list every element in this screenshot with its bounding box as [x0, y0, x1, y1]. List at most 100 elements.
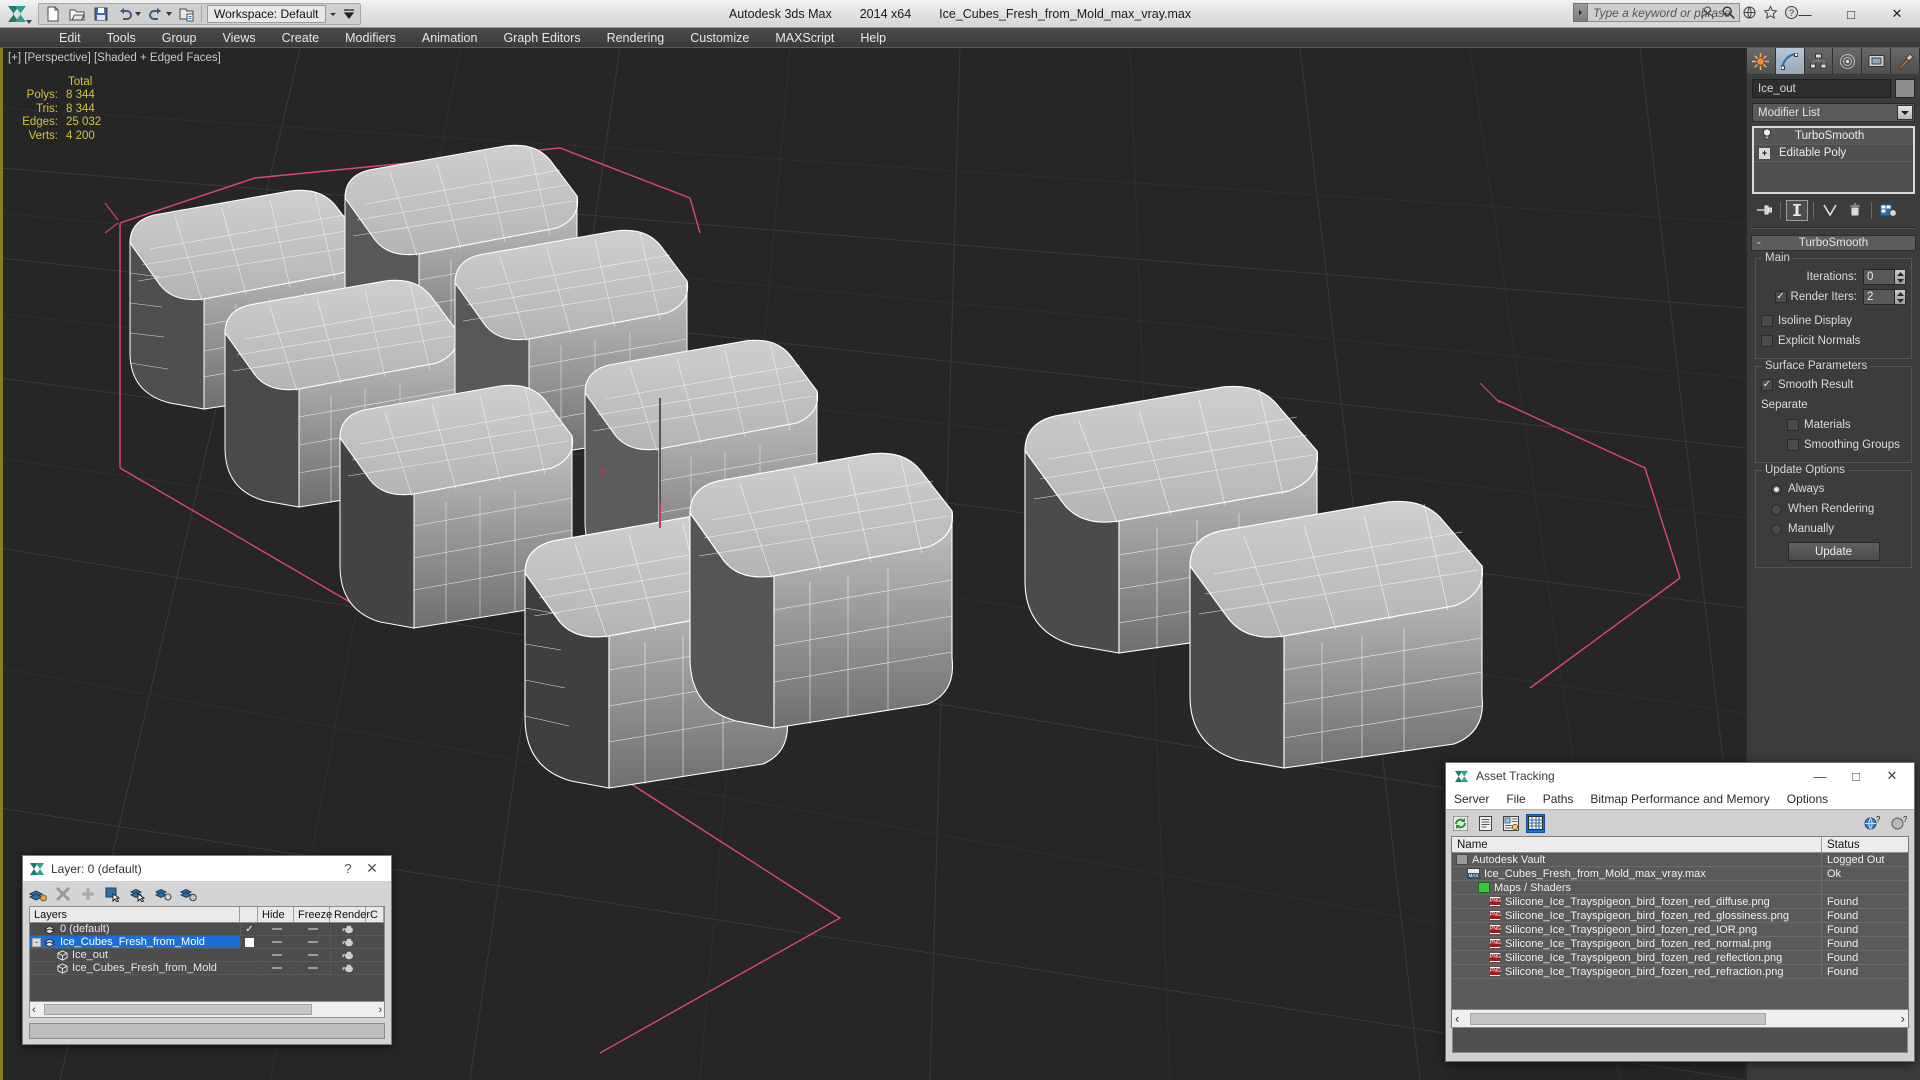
modifier-list-dropdown[interactable]: Modifier List: [1752, 103, 1915, 122]
maximize-button[interactable]: □: [1828, 0, 1874, 28]
isoline-display-row[interactable]: Isoline Display: [1761, 312, 1906, 330]
asset-name-cell[interactable]: Ice_Cubes_Fresh_from_Mold_max_vray.max: [1452, 867, 1822, 880]
menu-item-rendering[interactable]: Rendering: [594, 28, 678, 48]
layer-hide-cell[interactable]: [258, 941, 294, 943]
scroll-left-icon[interactable]: ‹: [1455, 1011, 1459, 1026]
layer-list-rows[interactable]: 0 (default) ✓ - Ice_Cubes_Fresh_from_Mold Ic…: [30, 923, 384, 1002]
modifier-stack-item-editable-poly[interactable]: + Editable Poly: [1754, 145, 1913, 162]
layer-freeze-cell[interactable]: [294, 954, 330, 956]
layer-render-cell[interactable]: [330, 924, 366, 934]
scroll-right-icon[interactable]: ›: [1901, 1011, 1905, 1026]
scroll-right-icon[interactable]: ›: [378, 1004, 382, 1016]
communication-center-icon[interactable]: [1741, 4, 1758, 21]
menu-item-animation[interactable]: Animation: [409, 28, 491, 48]
materials-checkbox[interactable]: [1787, 419, 1799, 431]
viewport-label[interactable]: [+] [Perspective] [Shaded + Edged Faces]: [8, 52, 221, 64]
menu-item-create[interactable]: Create: [269, 28, 333, 48]
menu-item-customize[interactable]: Customize: [677, 28, 762, 48]
asset-list-hscrollbar[interactable]: ‹ ›: [1452, 1009, 1908, 1027]
asset-menu-server[interactable]: Server: [1454, 792, 1489, 806]
radio-button[interactable]: [1771, 503, 1782, 515]
asset-name-cell[interactable]: Silicone_Ice_Trayspigeon_bird_fozen_red_…: [1452, 909, 1822, 922]
layer-column-hide[interactable]: Hide: [258, 907, 294, 922]
help-globe-icon[interactable]: ?: [1862, 814, 1881, 833]
layer-row-name-cell[interactable]: Ice_Cubes_Fresh_from_Mold: [30, 962, 240, 974]
layer-render-cell[interactable]: [330, 963, 366, 973]
expand-collapse-icon[interactable]: -: [32, 937, 41, 947]
object-color-swatch[interactable]: [1895, 79, 1915, 98]
minimize-button[interactable]: —: [1782, 0, 1828, 28]
layer-freeze-cell[interactable]: [294, 941, 330, 943]
layer-column-c[interactable]: C: [366, 907, 384, 922]
asset-row[interactable]: Silicone_Ice_Trayspigeon_bird_fozen_red_…: [1452, 909, 1908, 923]
search-icon[interactable]: [1720, 4, 1737, 21]
asset-name-cell[interactable]: Silicone_Ice_Trayspigeon_bird_fozen_red_…: [1452, 951, 1822, 964]
render-iters-spinner-arrows[interactable]: [1895, 289, 1906, 305]
layer-dialog-help-button[interactable]: ?: [337, 861, 359, 876]
display-tab[interactable]: [1862, 48, 1892, 74]
menu-item-views[interactable]: Views: [209, 28, 268, 48]
layer-hide-cell[interactable]: [258, 928, 294, 930]
scroll-thumb[interactable]: [1470, 1013, 1766, 1025]
asset-tracking-window[interactable]: Asset Tracking — □ ✕ Server File Paths Bitm…: [1445, 762, 1915, 1062]
utilities-tab[interactable]: [1891, 48, 1920, 74]
asset-row[interactable]: Silicone_Ice_Trayspigeon_bird_fozen_red_…: [1452, 937, 1908, 951]
favorites-icon[interactable]: [1762, 4, 1779, 21]
layer-row[interactable]: Ice_out: [30, 949, 384, 962]
materials-row[interactable]: Materials: [1761, 416, 1906, 434]
layer-column-render[interactable]: Render: [330, 907, 370, 922]
layer-dialog-titlebar[interactable]: Layer: 0 (default) ? ✕: [23, 856, 391, 882]
refresh-icon[interactable]: [1451, 814, 1470, 833]
asset-tracking-maximize-button[interactable]: □: [1838, 763, 1874, 789]
layer-current-cell[interactable]: [240, 937, 258, 947]
modifier-stack-item-turbosmooth[interactable]: TurboSmooth: [1754, 128, 1913, 145]
asset-name-cell[interactable]: Silicone_Ice_Trayspigeon_bird_fozen_red_…: [1452, 937, 1822, 950]
asset-row[interactable]: Silicone_Ice_Trayspigeon_bird_fozen_red_…: [1452, 951, 1908, 965]
highlight-selected-objects-layer-icon[interactable]: [129, 885, 147, 903]
scroll-thumb[interactable]: [44, 1004, 312, 1015]
layer-freeze-cell[interactable]: [294, 928, 330, 930]
asset-row[interactable]: Maps / Shaders: [1452, 881, 1908, 895]
hierarchy-tab[interactable]: [1804, 48, 1834, 74]
iterations-spinner[interactable]: 0: [1863, 269, 1906, 285]
modifier-stack[interactable]: TurboSmooth + Editable Poly: [1752, 126, 1915, 194]
select-objects-in-layer-icon[interactable]: [104, 885, 122, 903]
show-end-result-icon[interactable]: [1786, 199, 1808, 221]
update-option-always[interactable]: Always: [1761, 480, 1906, 498]
iterations-value[interactable]: 0: [1863, 269, 1895, 285]
remove-modifier-icon[interactable]: [1844, 200, 1866, 221]
add-selection-to-layer-icon[interactable]: [79, 885, 97, 903]
smoothing-groups-checkbox[interactable]: [1787, 439, 1799, 451]
asset-list-rows[interactable]: Autodesk VaultLogged OutIce_Cubes_Fresh_…: [1452, 853, 1908, 979]
asset-column-name[interactable]: Name: [1452, 837, 1822, 852]
asset-column-status[interactable]: Status: [1822, 837, 1908, 852]
layer-render-cell[interactable]: [330, 950, 366, 960]
asset-name-cell[interactable]: Silicone_Ice_Trayspigeon_bird_fozen_red_…: [1452, 895, 1822, 908]
asset-row[interactable]: Silicone_Ice_Trayspigeon_bird_fozen_red_…: [1452, 965, 1908, 979]
configure-modifier-sets-icon[interactable]: [1877, 200, 1899, 221]
details-view-icon[interactable]: [1501, 814, 1520, 833]
asset-name-cell[interactable]: Maps / Shaders: [1452, 881, 1822, 894]
asset-menu-file[interactable]: File: [1506, 792, 1525, 806]
layer-column-icon[interactable]: [240, 907, 258, 922]
update-option-manually[interactable]: Manually: [1761, 520, 1906, 538]
layer-row-name-cell[interactable]: Ice_out: [30, 949, 240, 961]
layer-hide-cell[interactable]: [258, 967, 294, 969]
asset-row[interactable]: Autodesk Vault Logged Out: [1452, 853, 1908, 867]
asset-row[interactable]: Silicone_Ice_Trayspigeon_bird_fozen_red_…: [1452, 923, 1908, 937]
asset-row[interactable]: Ice_Cubes_Fresh_from_Mold_max_vray.max Ok: [1452, 867, 1908, 881]
delete-layer-icon[interactable]: [54, 885, 72, 903]
layer-freeze-cell[interactable]: [294, 967, 330, 969]
create-new-layer-icon[interactable]: [29, 885, 47, 903]
layer-row[interactable]: - Ice_Cubes_Fresh_from_Mold: [30, 936, 384, 949]
smoothing-groups-row[interactable]: Smoothing Groups: [1761, 436, 1906, 454]
asset-tracking-titlebar[interactable]: Asset Tracking — □ ✕: [1446, 763, 1914, 789]
menu-item-edit[interactable]: Edit: [46, 28, 94, 48]
smooth-result-row[interactable]: ✓ Smooth Result: [1761, 376, 1906, 394]
iterations-spinner-arrows[interactable]: [1895, 269, 1906, 285]
menu-item-tools[interactable]: Tools: [94, 28, 149, 48]
search-dropdown-icon[interactable]: [1573, 3, 1588, 22]
modify-tab[interactable]: [1775, 48, 1805, 74]
grid-view-icon[interactable]: [1526, 813, 1545, 833]
radio-button[interactable]: [1771, 523, 1782, 535]
